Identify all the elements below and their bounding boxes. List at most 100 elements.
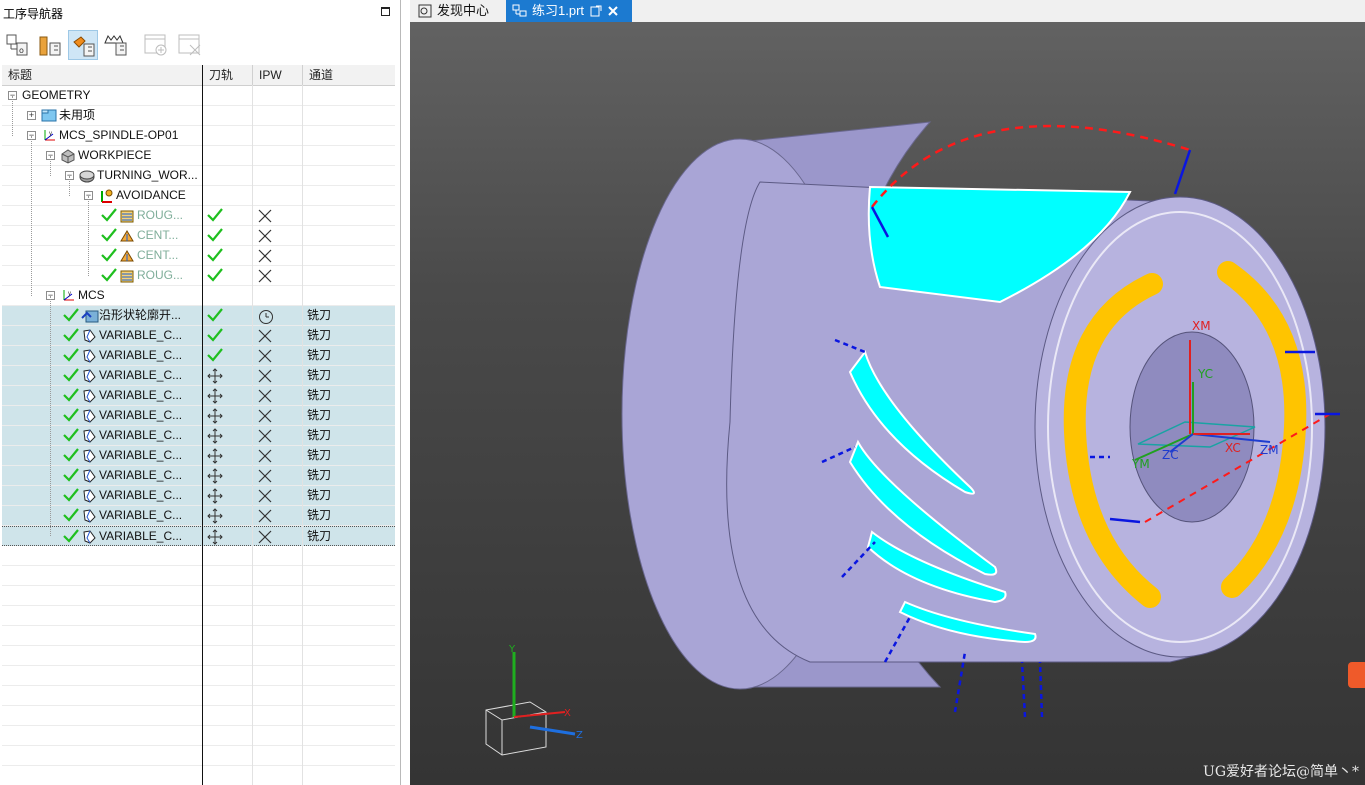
operation-row[interactable]: − GEOMETRY <box>2 86 395 106</box>
operation-name: VARIABLE_C... <box>99 368 183 382</box>
operation-name: CENT... <box>137 248 179 262</box>
column-divider <box>252 85 253 785</box>
column-divider <box>302 85 303 785</box>
operation-row[interactable]: VARIABLE_C... 铣刀 <box>2 506 395 526</box>
toolpath-ok-icon <box>207 248 223 267</box>
toolpath-regenerate-icon <box>207 388 223 407</box>
operation-name: VARIABLE_C... <box>99 529 183 543</box>
channel-value: 铣刀 <box>307 428 332 442</box>
create-operation-button[interactable] <box>141 30 171 60</box>
toolpath-ok-icon <box>207 348 223 367</box>
operation-row[interactable]: − TURNING_WOR... <box>2 166 395 186</box>
toolpath-regenerate-icon <box>207 408 223 427</box>
status-check-icon <box>63 508 79 525</box>
operation-row[interactable]: CENT... <box>2 246 395 266</box>
variable-icon <box>81 348 97 367</box>
variable-icon <box>81 508 97 527</box>
csys-label-yc: YC <box>1197 367 1213 381</box>
empty-row <box>2 546 395 566</box>
variable-icon <box>81 468 97 487</box>
tree-connector <box>88 196 89 276</box>
maximize-icon[interactable] <box>381 7 390 16</box>
part-model-view[interactable]: XM YC ZC XC YM ZM Y X Z <box>410 22 1365 785</box>
operation-name: 未用项 <box>59 108 96 122</box>
tab-part-file[interactable]: 练习1.prt <box>506 0 632 22</box>
operation-name: MCS <box>78 288 105 302</box>
empty-row <box>2 606 395 626</box>
operation-row[interactable]: VARIABLE_C... 铣刀 <box>2 526 395 546</box>
variable-icon <box>81 428 97 447</box>
expand-icon[interactable]: + <box>27 111 36 120</box>
ime-badge-icon <box>1348 662 1365 688</box>
operation-row[interactable]: ROUG... <box>2 266 395 286</box>
machine-tool-view-button[interactable] <box>35 30 65 60</box>
operation-row[interactable]: VARIABLE_C... 铣刀 <box>2 346 395 366</box>
variable-icon <box>81 488 97 507</box>
operation-row[interactable]: − AVOIDANCE <box>2 186 395 206</box>
avoidance-icon <box>98 188 114 207</box>
triad-label-y: Y <box>508 644 516 655</box>
toolpath-ok-icon <box>207 228 223 247</box>
program-order-view-icon: o <box>6 34 28 56</box>
operation-row[interactable]: + 未用项 <box>2 106 395 126</box>
status-check-icon <box>101 268 117 285</box>
graphics-window[interactable]: XM YC ZC XC YM ZM Y X Z UG爱好者论坛@简单丶* <box>410 22 1365 785</box>
column-header-channel[interactable]: 通道 <box>303 65 395 85</box>
operation-row[interactable]: VARIABLE_C... 铣刀 <box>2 466 395 486</box>
empty-row <box>2 646 395 666</box>
operation-row[interactable]: − WORKPIECE <box>2 146 395 166</box>
csys-label-ym: YM <box>1131 457 1150 471</box>
operation-row[interactable]: VARIABLE_C... 铣刀 <box>2 326 395 346</box>
operation-name: VARIABLE_C... <box>99 388 183 402</box>
operation-navigator-panel: 工序导航器 o 标题 刀轨 IPW 通道 − GEOMETRY + 未用项 − … <box>0 0 401 785</box>
column-header-toolpath[interactable]: 刀轨 <box>203 65 253 85</box>
operation-row[interactable]: ROUG... <box>2 206 395 226</box>
tab-discovery-center[interactable]: 发现中心 <box>412 0 508 22</box>
delete-operation-button[interactable] <box>175 30 205 60</box>
csys-label-zm: ZM <box>1260 443 1279 457</box>
column-divider <box>202 65 203 785</box>
grid-header: 标题 刀轨 IPW 通道 <box>2 65 395 86</box>
toolpath-regenerate-icon <box>207 468 223 487</box>
undock-icon[interactable] <box>590 5 602 17</box>
empty-row <box>2 766 395 785</box>
status-check-icon <box>101 208 117 225</box>
operation-row[interactable]: 沿形状轮廓开... 铣刀 <box>2 306 395 326</box>
empty-row <box>2 566 395 586</box>
toolpath-regenerate-icon <box>207 508 223 527</box>
operation-row[interactable]: VARIABLE_C... 铣刀 <box>2 406 395 426</box>
machining-method-view-button[interactable] <box>101 30 131 60</box>
operation-row[interactable]: CENT... <box>2 226 395 246</box>
operation-name: VARIABLE_C... <box>99 348 183 362</box>
discovery-icon <box>418 4 432 18</box>
close-icon[interactable] <box>608 6 618 16</box>
program-order-view-button[interactable]: o <box>2 30 32 60</box>
variable-icon <box>81 388 97 407</box>
status-check-icon <box>63 368 79 385</box>
panel-title: 工序导航器 <box>3 7 64 21</box>
machine-tool-view-icon <box>39 36 61 56</box>
channel-value: 铣刀 <box>307 328 332 342</box>
status-check-icon <box>101 248 117 265</box>
operation-row[interactable]: − y MCS <box>2 286 395 306</box>
operation-name: ROUG... <box>137 268 184 282</box>
operation-row[interactable]: VARIABLE_C... 铣刀 <box>2 446 395 466</box>
status-check-icon <box>63 529 79 546</box>
operation-row[interactable]: VARIABLE_C... 铣刀 <box>2 366 395 386</box>
operation-row[interactable]: − y MCS_SPINDLE-OP01 <box>2 126 395 146</box>
status-check-icon <box>63 388 79 405</box>
operation-row[interactable]: VARIABLE_C... 铣刀 <box>2 386 395 406</box>
operation-row[interactable]: VARIABLE_C... 铣刀 <box>2 426 395 446</box>
channel-value: 铣刀 <box>307 368 332 382</box>
column-header-title[interactable]: 标题 <box>2 65 203 85</box>
tree-connector <box>50 296 51 536</box>
mcs-icon: y <box>60 288 76 307</box>
variable-icon <box>81 368 97 387</box>
geometry-view-button[interactable] <box>68 30 98 60</box>
empty-row <box>2 586 395 606</box>
operation-row[interactable]: VARIABLE_C... 铣刀 <box>2 486 395 506</box>
center-icon <box>119 248 135 267</box>
variable-icon <box>81 448 97 467</box>
operation-name: VARIABLE_C... <box>99 328 183 342</box>
column-header-ipw[interactable]: IPW <box>253 65 303 85</box>
